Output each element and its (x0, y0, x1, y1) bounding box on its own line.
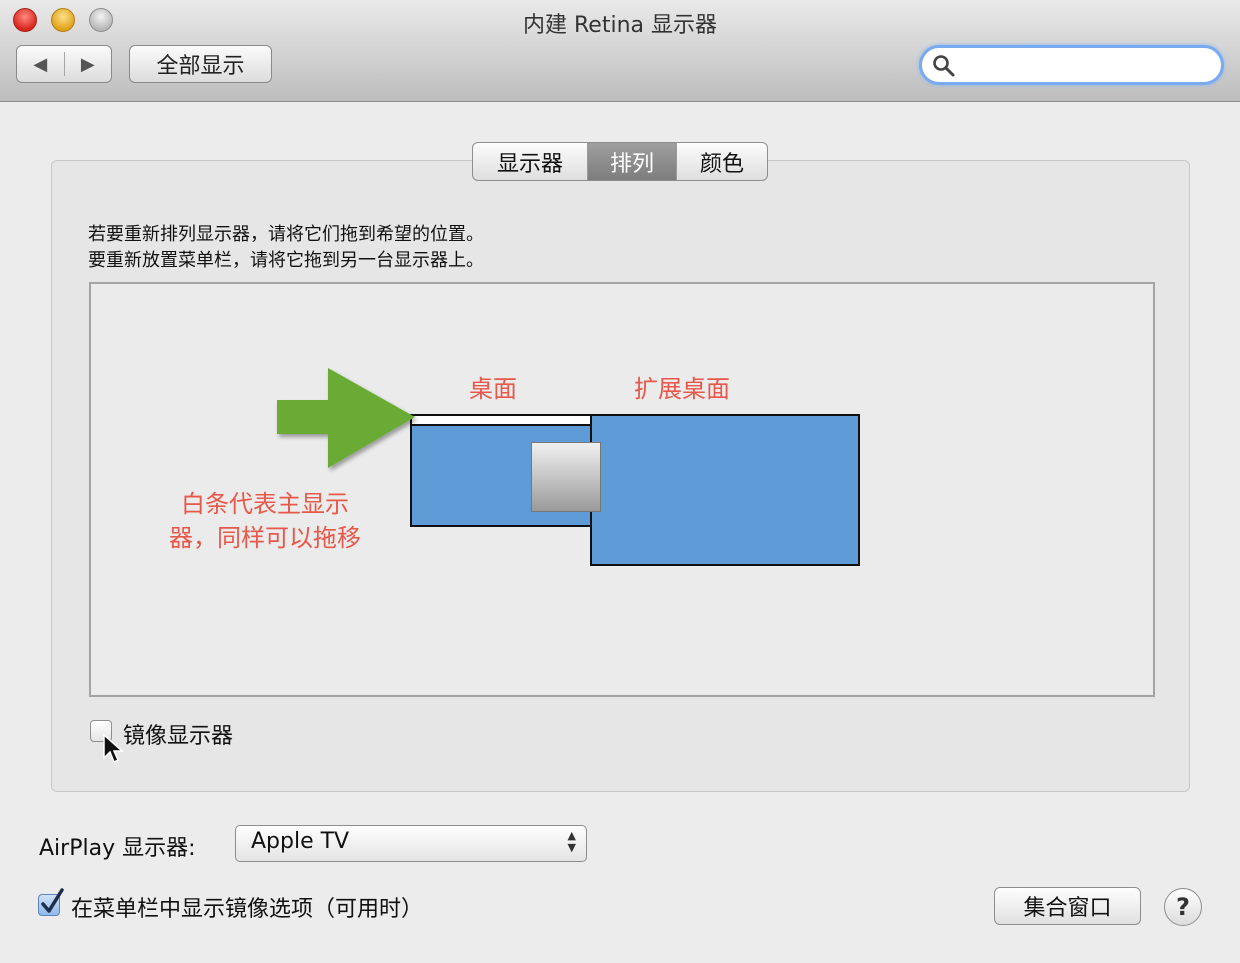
back-button[interactable]: ◀ (17, 46, 64, 82)
search-field[interactable] (919, 45, 1224, 85)
extended-display[interactable] (590, 414, 860, 566)
extended-desktop-annotation: 扩展桌面 (634, 375, 730, 403)
tab-display[interactable]: 显示器 (473, 143, 588, 180)
search-input[interactable] (962, 52, 1216, 80)
forward-button[interactable]: ▶ (65, 46, 112, 82)
white-bar-annotation-line-2: 器，同样可以拖移 (169, 524, 361, 552)
back-forward-control: ◀ ▶ (16, 45, 112, 83)
gather-windows-button[interactable]: 集合窗口 (994, 887, 1141, 925)
tab-bar: 显示器 排列 颜色 (472, 142, 768, 181)
white-bar-annotation-line-1: 白条代表主显示 (181, 490, 349, 518)
airplay-selected-value: Apple TV (251, 829, 350, 854)
search-icon (933, 55, 955, 77)
forward-arrow-icon: ▶ (80, 53, 95, 75)
airplay-display-select[interactable]: Apple TV ▲ ▼ (235, 825, 587, 862)
mirror-displays-label: 镜像显示器 (123, 724, 234, 749)
show-mirroring-options-label: 在菜单栏中显示镜像选项（可用时） (71, 897, 424, 922)
airplay-display-label: AirPlay 显示器: (39, 836, 196, 861)
instruction-line-1: 若要重新排列显示器，请将它们拖到希望的位置。 (88, 224, 484, 245)
tab-arrangement[interactable]: 排列 (588, 143, 677, 180)
show-all-button[interactable]: 全部显示 (129, 45, 272, 83)
green-arrow-icon (277, 368, 415, 468)
back-arrow-icon: ◀ (33, 53, 48, 75)
window-title: 内建 Retina 显示器 (523, 13, 717, 38)
show-mirroring-options-checkbox[interactable] (38, 888, 64, 916)
title-bar: 内建 Retina 显示器 ◀ ▶ 全部显示 (0, 0, 1240, 102)
checkmark-icon (41, 888, 64, 913)
instruction-line-2: 要重新放置菜单栏，请将它拖到另一台显示器上。 (88, 250, 484, 271)
white-bar-annotation: 白条代表主显示 器，同样可以拖移 (160, 487, 370, 555)
mouse-pointer-icon (103, 734, 123, 764)
menu-bar-strip[interactable] (410, 414, 592, 426)
help-button[interactable]: ? (1164, 888, 1202, 926)
desktop-annotation: 桌面 (469, 375, 517, 403)
display-overlap-marker (531, 442, 601, 512)
updown-arrows-icon: ▲ ▼ (567, 829, 576, 854)
tab-color[interactable]: 颜色 (677, 143, 767, 180)
